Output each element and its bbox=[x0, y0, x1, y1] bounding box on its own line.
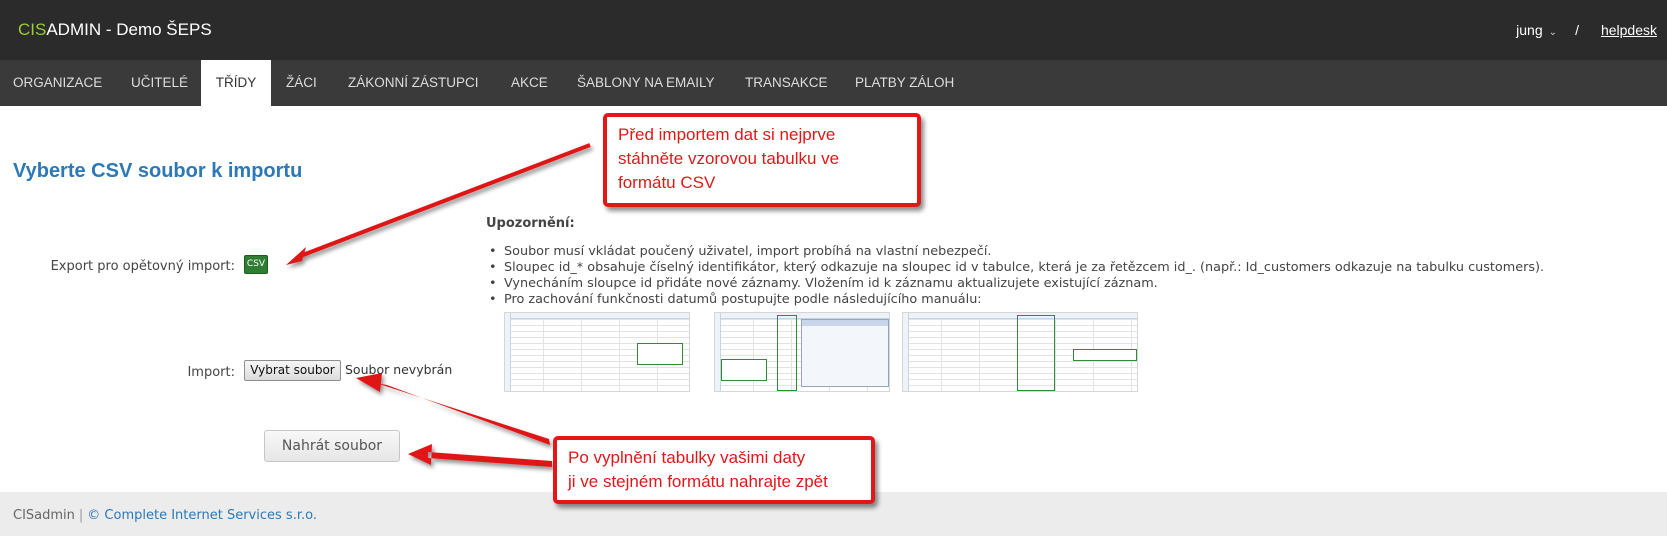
callout-box bbox=[637, 343, 683, 365]
chevron-down-icon: ⌄ bbox=[1548, 27, 1557, 38]
user-menu[interactable]: jung ⌄ bbox=[1516, 22, 1557, 38]
arrow-to-upload-button bbox=[408, 444, 552, 467]
nav-item-zaci[interactable]: ŽÁCI bbox=[273, 60, 330, 106]
manual-thumbnail-2[interactable] bbox=[714, 312, 890, 392]
nav-item-platby-zaloh[interactable]: PLATBY ZÁLOH bbox=[842, 60, 967, 106]
manual-thumbnail-3[interactable] bbox=[902, 312, 1138, 392]
callout-box bbox=[1073, 349, 1137, 361]
app-brand[interactable]: CISADMIN - Demo ŠEPS bbox=[18, 20, 212, 40]
company-link[interactable]: © Complete Internet Services s.r.o. bbox=[87, 508, 317, 523]
dialog-screenshot bbox=[801, 319, 889, 387]
notice-title: Upozornění: bbox=[486, 216, 575, 231]
header-separator: / bbox=[1575, 22, 1579, 38]
nav-item-organizace[interactable]: ORGANIZACE bbox=[0, 60, 115, 106]
list-item: Vynecháním sloupce id přidáte nové zázna… bbox=[486, 276, 1544, 292]
callout-upload-back: Po vyplnění tabulky vašimi daty ji ve st… bbox=[553, 436, 875, 504]
notice-list: Soubor musí vkládat poučený uživatel, im… bbox=[486, 244, 1544, 308]
top-bar: CISADMIN - Demo ŠEPS jung ⌄ / helpdesk bbox=[0, 0, 1667, 60]
nav-item-transakce[interactable]: TRANSAKCE bbox=[732, 60, 841, 106]
csv-export-icon[interactable]: CSV bbox=[244, 255, 268, 274]
helpdesk-link[interactable]: helpdesk bbox=[1601, 22, 1657, 38]
highlight-column bbox=[777, 315, 797, 391]
nav-item-tridy[interactable]: TŘÍDY bbox=[201, 60, 271, 106]
list-item: Pro zachování funkčnosti datumů postupuj… bbox=[486, 292, 1544, 308]
main-nav: ORGANIZACE UČITELÉ TŘÍDY ŽÁCI ZÁKONNÍ ZÁ… bbox=[0, 60, 1667, 106]
choose-file-button[interactable]: Vybrat soubor bbox=[244, 360, 341, 381]
nav-item-ucitele[interactable]: UČITELÉ bbox=[118, 60, 201, 106]
page-title: Vyberte CSV soubor k importu bbox=[13, 160, 303, 182]
callout-box bbox=[721, 359, 767, 381]
footer-text: CISadmin | © Complete Internet Services s.… bbox=[13, 508, 317, 523]
import-label: Import: bbox=[187, 365, 235, 380]
file-status: Soubor nevybrán bbox=[345, 362, 453, 377]
list-item: Sloupec id_* obsahuje číselný identifiká… bbox=[486, 260, 1544, 276]
nav-item-sablony-na-emaily[interactable]: ŠABLONY NA EMAILY bbox=[564, 60, 728, 106]
export-label: Export pro opětovný import: bbox=[50, 259, 235, 274]
nav-item-zakonni-zastupci[interactable]: ZÁKONNÍ ZÁSTUPCI bbox=[335, 60, 492, 106]
nav-item-akce[interactable]: AKCE bbox=[498, 60, 561, 106]
manual-thumbnail-1[interactable] bbox=[504, 312, 690, 392]
list-item: Soubor musí vkládat poučený uživatel, im… bbox=[486, 244, 1544, 260]
highlight-column bbox=[1017, 315, 1055, 391]
callout-download-template: Před importem dat si nejprve stáhněte vz… bbox=[603, 113, 921, 207]
upload-file-button[interactable]: Nahrát soubor bbox=[264, 430, 400, 462]
